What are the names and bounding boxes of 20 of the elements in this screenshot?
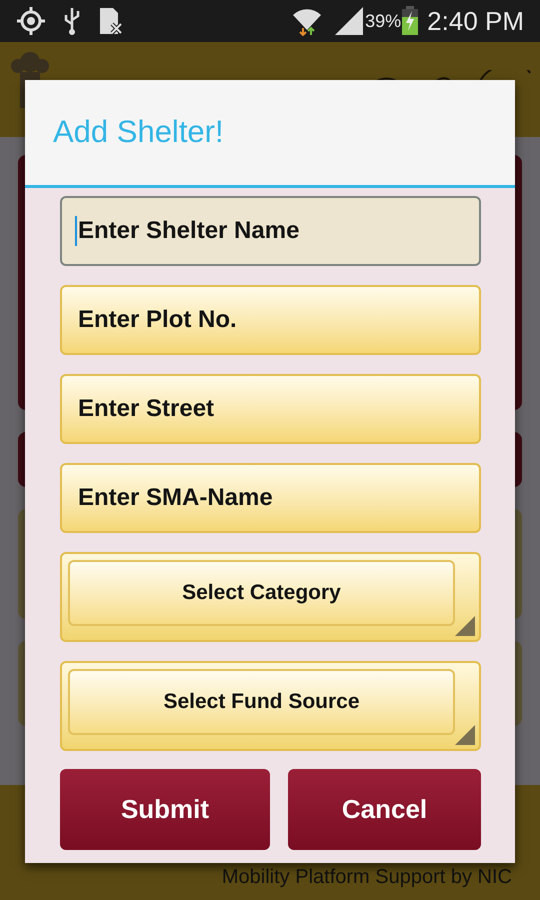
clock: 2:40 PM <box>427 4 524 38</box>
text-field[interactable]: Enter Street <box>60 374 481 444</box>
usb-icon <box>62 6 82 36</box>
gps-icon <box>16 6 46 36</box>
dropdown[interactable]: Select Category <box>60 552 481 642</box>
text-field[interactable]: Enter Plot No. <box>60 285 481 355</box>
cancel-button[interactable]: Cancel <box>288 769 481 850</box>
corner-triangle-icon <box>455 725 475 745</box>
corner-triangle-icon <box>455 616 475 636</box>
footer-text: Mobility Platform Support by NIC <box>222 865 512 890</box>
submit-button[interactable]: Submit <box>60 769 270 850</box>
text-cursor <box>75 216 77 246</box>
dropdown[interactable]: Select Fund Source <box>60 661 481 751</box>
dialog-title: Add Shelter! <box>53 113 224 152</box>
text-field[interactable]: Enter Shelter Name <box>60 196 481 266</box>
battery-percent: 39% <box>365 10 402 32</box>
battery-charging-icon <box>401 6 420 36</box>
signal-icon <box>335 7 364 35</box>
text-field[interactable]: Enter SMA-Name <box>60 463 481 533</box>
sim-card-icon <box>98 6 124 36</box>
